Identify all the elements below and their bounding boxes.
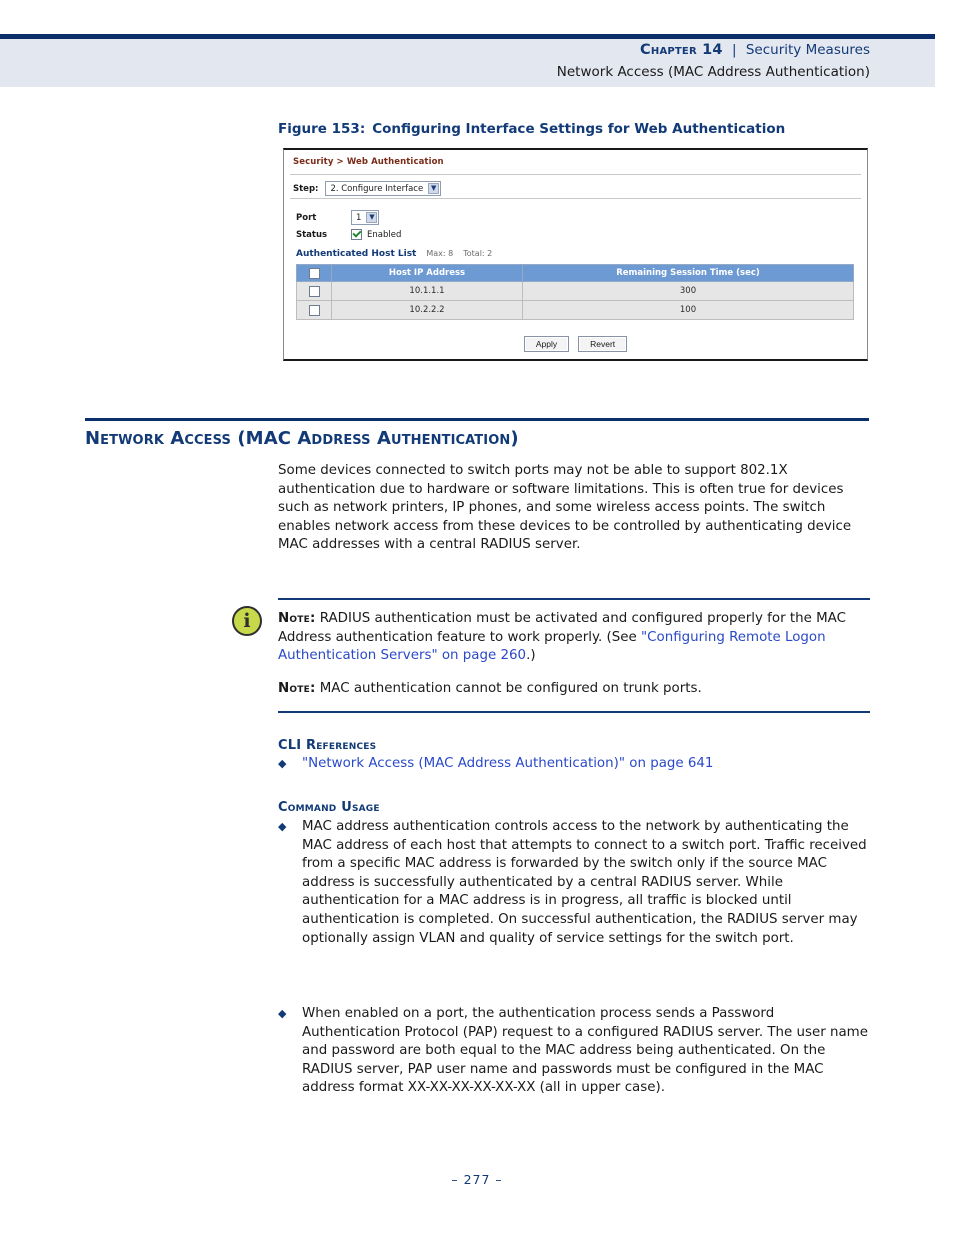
figure-number: Figure 153: [278, 121, 366, 137]
cli-reference-item: ◆ "Network Access (MAC Address Authentic… [278, 755, 870, 774]
command-usage-item: ◆ MAC address authentication controls ac… [278, 818, 870, 948]
note-1-after: .) [526, 648, 536, 664]
cli-references-heading: CLI References [278, 738, 377, 753]
page-header-text: Chapter 14 | Security Measures Network A… [557, 41, 870, 81]
table-cell-host-ip: 10.1.1.1 [331, 281, 523, 301]
embedded-ui-screenshot: Security > Web Authentication Step: 2. C… [283, 148, 868, 361]
table-row[interactable]: 10.2.2.2 100 [296, 300, 854, 320]
ui-row-checkbox[interactable] [308, 285, 320, 297]
figure-caption-text: Configuring Interface Settings for Web A… [372, 121, 786, 137]
ui-step-label: Step: [293, 183, 319, 194]
note-label: Note: [278, 680, 316, 696]
ui-status-checkbox-label: Enabled [367, 229, 402, 240]
apply-button[interactable]: Apply [523, 336, 570, 352]
bullet-icon: ◆ [278, 757, 287, 770]
header-subtitle: Network Access (MAC Address Authenticati… [556, 63, 870, 80]
note-label: Note: [278, 611, 316, 626]
header-chapter-title: Security Measures [745, 42, 870, 58]
note-rule-bottom [278, 711, 870, 714]
ui-host-list-max: Max: 8 [426, 249, 454, 258]
ui-button-row: Apply Revert [284, 336, 867, 352]
ui-divider-step [290, 198, 861, 199]
chevron-down-icon: ▼ [366, 212, 378, 223]
table-header-session-time: Remaining Session Time (sec) [522, 264, 854, 282]
ui-status-checkbox[interactable] [351, 229, 362, 240]
ui-port-select-value: 1 [356, 212, 362, 223]
page-footer: – 277 – [451, 1172, 503, 1187]
note-spacer [278, 698, 870, 711]
info-icon: i [232, 606, 262, 636]
ui-host-list-header: Authenticated Host List Max: 8 Total: 2 [296, 249, 492, 259]
note-body: Note: RADIUS authentication must be acti… [278, 600, 870, 711]
ui-step-select[interactable]: 2. Configure Interface ▼ [325, 181, 442, 196]
bullet-icon: ◆ [278, 1007, 287, 1020]
ui-host-list-title: Authenticated Host List [296, 249, 417, 259]
revert-button[interactable]: Revert [578, 336, 628, 352]
header-separator: | [732, 42, 737, 58]
table-row[interactable]: 10.1.1.1 300 [296, 281, 854, 301]
ui-status-row: Status Enabled [296, 229, 401, 240]
table-header-host-ip: Host IP Address [331, 264, 523, 282]
bullet-icon: ◆ [278, 820, 287, 833]
header-chapter-number: Chapter 14 [640, 42, 723, 58]
ui-step-row: Step: 2. Configure Interface ▼ [293, 181, 442, 196]
ui-host-table: Host IP Address Remaining Session Time (… [296, 264, 854, 320]
ui-step-select-value: 2. Configure Interface [330, 183, 424, 194]
ui-port-label: Port [296, 212, 317, 223]
ui-divider-top [290, 174, 861, 175]
table-header-select-all[interactable] [296, 264, 332, 282]
table-row-checkbox-cell[interactable] [296, 300, 332, 320]
ui-status-label: Status [296, 229, 328, 240]
page-title: Network Access (MAC Address Authenticati… [85, 428, 519, 449]
figure-caption: Figure 153: Configuring Interface Setting… [278, 121, 785, 137]
chevron-down-icon: ▼ [428, 183, 440, 194]
command-usage-item: ◆ When enabled on a port, the authentica… [278, 1005, 870, 1098]
header-chapter-line: Chapter 14 | Security Measures [557, 41, 870, 61]
section-rule [85, 418, 869, 421]
table-header-row: Host IP Address Remaining Session Time (… [296, 264, 854, 282]
note-block: Note: RADIUS authentication must be acti… [278, 598, 870, 714]
command-usage-text: When enabled on a port, the authenticati… [302, 1006, 868, 1096]
cli-reference-link[interactable]: "Network Access (MAC Address Authenticat… [302, 755, 870, 774]
table-cell-session-time: 300 [522, 281, 854, 301]
intro-paragraph: Some devices connected to switch ports m… [278, 463, 852, 553]
ui-breadcrumb: Security > Web Authentication [293, 157, 444, 167]
ui-port-select[interactable]: 1 ▼ [351, 210, 380, 225]
note-paragraph-2: Note: MAC authentication cannot be confi… [278, 680, 870, 699]
note-paragraph-1: Note: RADIUS authentication must be acti… [278, 610, 870, 666]
ui-select-all-checkbox[interactable] [308, 267, 320, 279]
ui-port-row: Port 1 ▼ [296, 210, 380, 225]
command-usage-heading: Command Usage [278, 800, 380, 815]
table-cell-host-ip: 10.2.2.2 [331, 300, 523, 320]
ui-row-checkbox[interactable] [308, 304, 320, 316]
command-usage-text: MAC address authentication controls acce… [302, 819, 867, 946]
note-2-text: MAC authentication cannot be configured … [315, 680, 702, 696]
table-row-checkbox-cell[interactable] [296, 281, 332, 301]
table-cell-session-time: 100 [522, 300, 854, 320]
ui-host-list-total: Total: 2 [463, 249, 493, 258]
